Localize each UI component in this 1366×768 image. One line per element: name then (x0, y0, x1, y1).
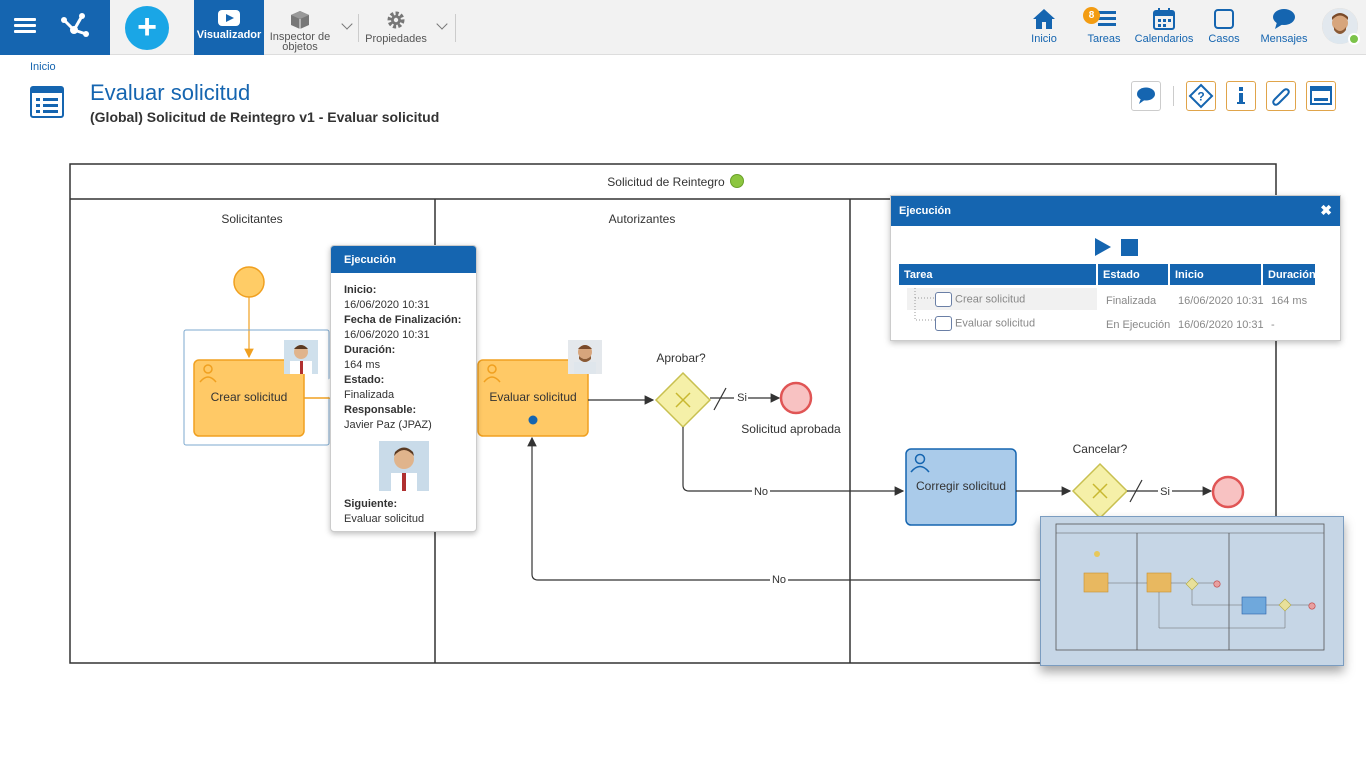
row-tarea: Evaluar solicitud (955, 317, 1036, 330)
execution-tooltip: Ejecución Inicio: 16/06/2020 10:31 Fecha… (330, 245, 477, 532)
col-inicio[interactable]: Inicio (1170, 264, 1262, 285)
playback-controls (1095, 238, 1139, 261)
col-tarea[interactable]: Tarea (899, 264, 1097, 285)
responsable-photo-icon (378, 441, 429, 491)
flow-si-aprobar: Si (737, 392, 747, 404)
pool-status-dot (730, 174, 744, 188)
tooltip-estado-label: Estado: (344, 374, 385, 386)
row-estado: Finalizada (1106, 295, 1157, 307)
table-row[interactable]: Evaluar solicitud (935, 312, 1035, 332)
tooltip-responsable-value: Javier Paz (JPAZ) (344, 419, 432, 431)
task-evaluar-label: Evaluar solicitud (489, 390, 576, 404)
end-event-aprobada[interactable] (779, 381, 813, 415)
close-icon[interactable]: ✖ (1320, 202, 1332, 219)
tooltip-siguiente-label: Siguiente: (344, 498, 398, 510)
flow-si-cancelar: Si (1160, 486, 1170, 498)
task-crear-label: Crear solicitud (211, 390, 288, 404)
gateway-aprobar-label: Aprobar? (656, 351, 706, 365)
row-duracion: 164 ms (1271, 295, 1308, 307)
tooltip-responsable-label: Responsable: (344, 404, 417, 416)
flow-no-cancelar: No (772, 574, 786, 586)
execution-panel: Ejecución ✖ Tarea Estado Inicio Duración… (890, 195, 1341, 341)
flow-no-aprobar: No (754, 486, 768, 498)
tooltip-duracion-label: Duración: (344, 344, 396, 356)
tooltip-inicio-label: Inicio: (344, 284, 377, 296)
lane-solicitantes: Solicitantes (221, 212, 282, 226)
tooltip-title: Ejecución (331, 246, 476, 273)
tooltip-estado-value: Finalizada (344, 389, 395, 401)
tooltip-duracion-value: 164 ms (344, 359, 381, 371)
row-tarea: Crear solicitud (955, 293, 1026, 306)
responsable-avatar-icon (284, 340, 318, 374)
start-event[interactable] (233, 266, 265, 298)
end-aprobada-label: Solicitud aprobada (741, 422, 841, 436)
responsable-photo (378, 441, 429, 491)
row-inicio: 16/06/2020 10:31 (1178, 295, 1264, 307)
row-checkbox[interactable] (935, 292, 952, 307)
tooltip-siguiente-value: Evaluar solicitud (344, 513, 425, 525)
tooltip-fin-value: 16/06/2020 10:31 (344, 329, 430, 341)
row-duracion: - (1271, 319, 1275, 331)
tooltip-fin-label: Fecha de Finalización: (344, 314, 462, 326)
tooltip-arrow (320, 378, 330, 398)
table-row[interactable]: Crear solicitud (935, 288, 1025, 308)
gateway-cancelar-label: Cancelar? (1073, 442, 1128, 456)
end-event-cancelada[interactable] (1211, 475, 1245, 509)
pool-title: Solicitud de Reintegro (607, 175, 725, 189)
running-indicator (528, 415, 538, 425)
stop-icon[interactable] (1121, 239, 1138, 256)
row-estado: En Ejecución (1106, 319, 1171, 331)
diagram-minimap[interactable] (1040, 516, 1344, 666)
execution-panel-title: Ejecución (899, 205, 951, 217)
minimap-preview (1055, 523, 1325, 651)
lane-autorizantes: Autorizantes (609, 212, 676, 226)
col-duracion[interactable]: Duración (1263, 264, 1316, 285)
row-inicio: 16/06/2020 10:31 (1178, 319, 1264, 331)
responsable-avatar-icon (568, 340, 602, 374)
col-estado[interactable]: Estado (1098, 264, 1169, 285)
task-corregir-label: Corregir solicitud (916, 479, 1006, 493)
tooltip-inicio-value: 16/06/2020 10:31 (344, 299, 430, 311)
play-icon[interactable] (1095, 238, 1111, 256)
row-checkbox[interactable] (935, 316, 952, 331)
